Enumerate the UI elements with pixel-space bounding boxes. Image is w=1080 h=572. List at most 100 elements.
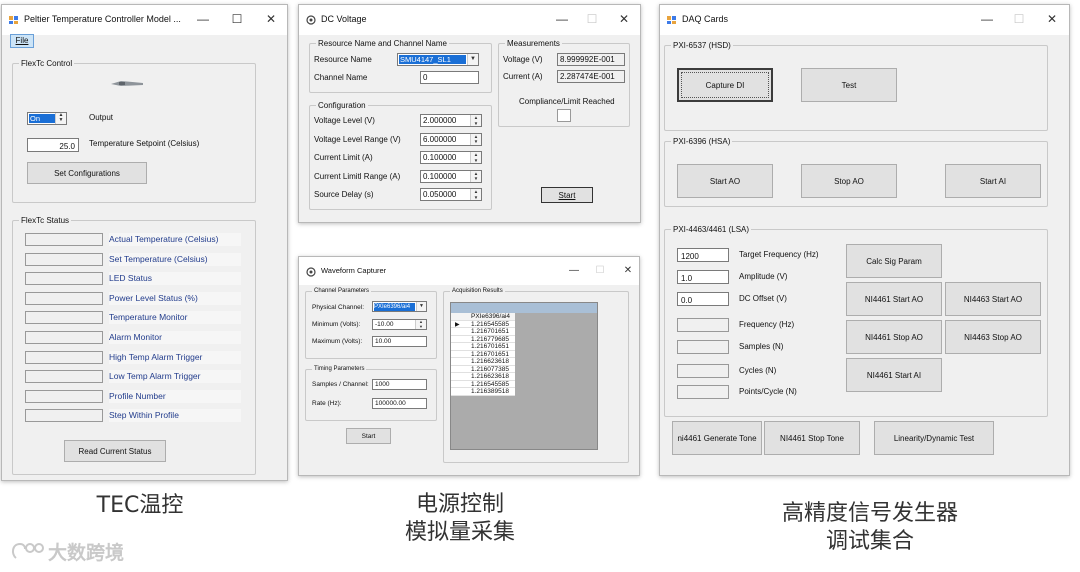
read-current-status-button[interactable]: Read Current Status xyxy=(64,440,166,462)
output-select[interactable]: On ▲ ▼ xyxy=(27,112,67,125)
config-value-input[interactable]: 0.050000 ▲ ▼ xyxy=(420,188,482,201)
results-row[interactable]: 1.216623618 xyxy=(451,373,515,381)
menu-file[interactable]: File xyxy=(10,34,34,48)
flextc-control-group: FlexTc Control On ▲ ▼ Output 25.0 Tempera… xyxy=(12,58,256,203)
status-value-box xyxy=(25,291,103,305)
calc-sig-param-button[interactable]: Calc Sig Param xyxy=(846,244,942,278)
config-value-input[interactable]: 2.000000 ▲ ▼ xyxy=(420,114,482,127)
start-button[interactable]: Start xyxy=(541,187,593,203)
ni4461-start-ai-button[interactable]: NI4461 Start AI xyxy=(846,358,942,392)
close-button[interactable]: ✕ xyxy=(260,10,282,28)
start-ao-button[interactable]: Start AO xyxy=(677,164,773,198)
results-row[interactable]: 1.216545585 xyxy=(451,381,515,388)
spin-arrows-icon[interactable]: ▲ ▼ xyxy=(470,152,481,163)
ni4463-stop-ao-button[interactable]: NI4463 Stop AO xyxy=(945,320,1041,354)
config-value-input[interactable]: 6.000000 ▲ ▼ xyxy=(420,132,482,146)
wave-start-button[interactable]: Start xyxy=(346,428,391,444)
spin-arrows-icon[interactable]: ▲ ▼ xyxy=(470,133,481,145)
physical-channel-select[interactable]: PXIe6396/ai4 ▼ xyxy=(372,301,427,312)
group-label: Acquisition Results xyxy=(450,287,505,296)
compliance-indicator xyxy=(557,109,571,122)
dropdown-arrow-icon[interactable]: ▼ xyxy=(416,302,426,311)
ni4461-generate-tone-button[interactable]: ni4461 Generate Tone xyxy=(672,421,762,455)
dc-offset-input[interactable]: 0.0 xyxy=(677,292,729,306)
hsd-group: PXI-6537 (HSD) Capture DI Test xyxy=(664,40,1048,131)
setpoint-input[interactable]: 25.0 xyxy=(27,138,79,152)
app-icon xyxy=(306,15,316,25)
results-grid[interactable]: PXIe6396/ai4 1.216545585 1.216701651 1.216… xyxy=(450,302,598,450)
results-row[interactable]: 1.216077385 xyxy=(451,366,515,373)
window-title: Peltier Temperature Controller Model ... xyxy=(24,14,181,24)
samples-label: Samples (N) xyxy=(739,342,784,351)
ni4461-start-ao-button[interactable]: NI4461 Start AO xyxy=(846,282,942,316)
group-label: PXI-6396 (HSA) xyxy=(671,136,733,147)
points-per-cycle-output xyxy=(677,385,729,399)
set-configurations-button[interactable]: Set Configurations xyxy=(27,162,147,184)
spin-arrows-icon[interactable]: ▲ ▼ xyxy=(470,170,481,182)
stop-ao-button[interactable]: Stop AO xyxy=(801,164,897,198)
status-label: Power Level Status (%) xyxy=(109,291,241,305)
physical-channel-value: PXIe6396/ai4 xyxy=(374,303,415,311)
spin-arrows-icon[interactable]: ▲ ▼ xyxy=(470,115,481,126)
results-row[interactable]: 1.216701651 xyxy=(451,343,515,351)
ni4461-stop-tone-button[interactable]: NI4461 Stop Tone xyxy=(764,421,860,455)
spin-arrows-icon[interactable]: ▲ ▼ xyxy=(55,113,66,124)
close-button[interactable]: ✕ xyxy=(613,10,635,28)
channel-parameters-group: Channel Parameters Physical Channel: PXI… xyxy=(305,287,437,359)
resource-name-select[interactable]: SMU4147_SL1 ▼ xyxy=(397,53,479,66)
status-label: Profile Number xyxy=(109,389,241,403)
ni4461-stop-ao-button[interactable]: NI4461 Stop AO xyxy=(846,320,942,354)
samples-input[interactable]: 1000 xyxy=(372,379,427,390)
status-value-box xyxy=(25,370,103,384)
daq-titlebar: DAQ Cards — ☐ ✕ xyxy=(660,5,1069,35)
close-button[interactable]: ✕ xyxy=(617,262,639,280)
minimize-button[interactable]: — xyxy=(551,10,573,28)
start-ai-button[interactable]: Start AI xyxy=(945,164,1041,198)
results-row[interactable]: 1.216779685 xyxy=(451,336,515,343)
maximize-button[interactable]: ☐ xyxy=(226,10,248,28)
spin-arrows-icon[interactable]: ▲ ▼ xyxy=(415,320,426,329)
rate-input[interactable]: 100000.00 xyxy=(372,398,427,409)
window-title: Waveform Capturer xyxy=(321,266,387,275)
row-pointer-icon: ▶ xyxy=(455,322,460,328)
minimize-button[interactable]: — xyxy=(192,10,214,28)
config-value-input[interactable]: 0.100000 ▲ ▼ xyxy=(420,169,482,183)
caption-gen-line1: 高精度信号发生器 xyxy=(781,501,958,526)
points-per-cycle-label: Points/Cycle (N) xyxy=(739,387,797,396)
rate-label: Rate (Hz): xyxy=(312,400,342,407)
results-row[interactable]: 1.216623618 xyxy=(451,358,515,366)
channel-name-input[interactable]: 0 xyxy=(420,71,479,84)
dropdown-arrow-icon[interactable]: ▼ xyxy=(467,54,478,65)
target-frequency-input[interactable]: 1200 xyxy=(677,248,729,262)
frequency-output xyxy=(677,318,729,332)
status-value-box xyxy=(25,350,103,364)
results-row[interactable]: 1.216701651 xyxy=(451,351,515,358)
target-frequency-label: Target Frequency (Hz) xyxy=(739,250,819,259)
close-button[interactable]: ✕ xyxy=(1041,10,1063,28)
config-value-input[interactable]: 0.100000 ▲ ▼ xyxy=(420,151,482,164)
maximize-button: ☐ xyxy=(595,265,605,276)
status-label: Set Temperature (Celsius) xyxy=(109,252,241,266)
config-label: Current Limitl Range (A) xyxy=(314,171,401,181)
results-column-header: PXIe6396/ai4 xyxy=(451,313,515,321)
results-row[interactable]: 1.216545585 xyxy=(451,321,515,328)
minimum-input[interactable]: -10.00 ▲ ▼ xyxy=(372,319,427,330)
capture-di-button[interactable]: Capture DI xyxy=(677,68,773,102)
status-value-box xyxy=(25,331,103,344)
linearity-dynamic-test-button[interactable]: Linearity/Dynamic Test xyxy=(874,421,994,455)
amplitude-input[interactable]: 1.0 xyxy=(677,270,729,284)
minimum-label: Minimum (Volts): xyxy=(312,321,361,328)
acquisition-results-group: Acquisition Results PXIe6396/ai4 1.21654… xyxy=(443,287,629,463)
config-label: Current Limit (A) xyxy=(314,153,373,162)
minimize-button[interactable]: — xyxy=(563,262,585,280)
maximum-input[interactable]: 10.00 xyxy=(372,336,427,347)
spin-arrows-icon[interactable]: ▲ ▼ xyxy=(470,189,481,200)
ni4463-start-ao-button[interactable]: NI4463 Start AO xyxy=(945,282,1041,316)
results-row[interactable]: 1.216701651 xyxy=(451,328,515,336)
measurements-group: Measurements Voltage (V) 8.999992E-001 C… xyxy=(498,38,630,127)
test-button[interactable]: Test xyxy=(801,68,897,102)
results-row[interactable]: 1.216389518 xyxy=(451,388,515,396)
minimize-button[interactable]: — xyxy=(976,10,998,28)
start-button-label: Start xyxy=(558,190,576,200)
caption-tec: TEC温控 xyxy=(96,493,184,518)
